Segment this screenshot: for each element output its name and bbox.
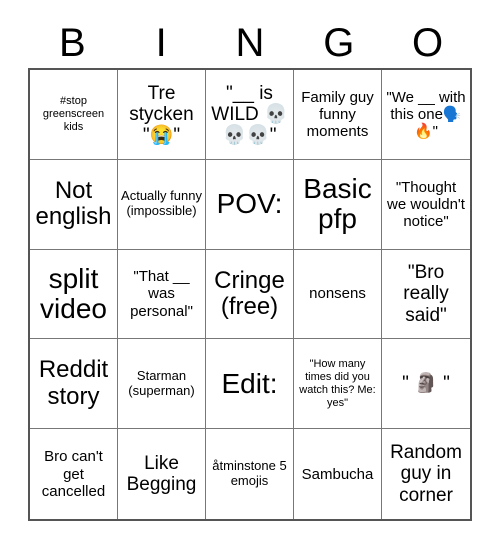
bingo-cell-text: "That __ was personal" (130, 268, 193, 320)
bingo-cell-text: Family guy funny moments (301, 88, 374, 140)
bingo-cell-text: Basic pfp (303, 172, 372, 235)
bingo-header-letter-i: I (155, 21, 167, 65)
bingo-cell[interactable]: Like Begging (118, 429, 206, 519)
bingo-cell-text: Random guy in corner (390, 442, 462, 506)
bingo-cell[interactable]: Actually funny (impossible) (118, 159, 206, 250)
bingo-cell-text: "We __ with this one🗣️🔥" (386, 88, 466, 140)
bingo-cell-text: Cringe (free) (214, 266, 285, 320)
bingo-cell[interactable]: "We __ with this one🗣️🔥" (382, 70, 470, 160)
bingo-cell-text: "__ is WILD 💀💀💀" (211, 82, 288, 147)
bingo-cell[interactable]: Family guy funny moments (294, 70, 382, 160)
bingo-cell[interactable]: Reddit story (30, 339, 118, 430)
bingo-cell[interactable]: Bro can't get cancelled (30, 429, 118, 519)
bingo-cell-text: åtminstone 5 emojis (212, 458, 287, 489)
bingo-header-letter-o: O (412, 21, 444, 65)
bingo-header-letter-b: B (59, 21, 86, 65)
bingo-grid: #stop greenscreen kids Tre stycken "😭" "… (28, 68, 472, 521)
bingo-cell-text: Tre stycken "😭" (129, 82, 194, 147)
bingo-cell[interactable]: "Thought we wouldn't notice" (382, 159, 470, 250)
bingo-cell-text: Like Begging (126, 452, 197, 496)
bingo-cell[interactable]: Tre stycken "😭" (118, 70, 206, 160)
bingo-cell[interactable]: "__ is WILD 💀💀💀" (206, 70, 294, 160)
bingo-cell-text: Sambucha (301, 465, 374, 483)
bingo-header-letter-g: G (323, 21, 355, 65)
bingo-cell-text: split video (40, 262, 107, 324)
bingo-cell[interactable]: Sambucha (294, 429, 382, 519)
bingo-cell[interactable]: Random guy in corner (382, 429, 470, 519)
bingo-cell-text: "How many times did you watch this? Me: … (299, 357, 376, 409)
bingo-cell[interactable]: Not english (30, 159, 118, 250)
bingo-cell-text: Edit: (221, 367, 278, 399)
bingo-cell[interactable]: "Bro really said" (382, 249, 470, 340)
bingo-cell[interactable]: split video (30, 249, 118, 340)
bingo-cell-text: POV: (216, 188, 283, 220)
bingo-cell[interactable]: #stop greenscreen kids (30, 70, 118, 160)
bingo-cell-text: "Bro really said" (403, 262, 449, 326)
bingo-cell[interactable]: åtminstone 5 emojis (206, 429, 294, 519)
bingo-cell[interactable]: POV: (206, 159, 294, 250)
bingo-cell-text: " 🗿 " (402, 373, 450, 395)
bingo-cell[interactable]: "That __ was personal" (118, 249, 206, 340)
bingo-cell[interactable]: Starman (superman) (118, 339, 206, 430)
bingo-cell[interactable]: Cringe (free) (206, 249, 294, 340)
bingo-cell[interactable]: Basic pfp (294, 159, 382, 250)
bingo-cell[interactable]: " 🗿 " (382, 339, 470, 430)
bingo-card: B I N G O #stop greenscreen kids Tre sty… (0, 0, 500, 544)
bingo-cell-text: Bro can't get cancelled (41, 448, 106, 500)
bingo-cell-text: Not english (35, 176, 112, 231)
bingo-cell-text: nonsens (309, 285, 366, 303)
bingo-cell-text: Reddit story (38, 356, 109, 410)
bingo-cell-text: "Thought we wouldn't notice" (387, 178, 465, 230)
bingo-cell-text: Starman (superman) (128, 367, 195, 398)
bingo-header-row: B I N G O (28, 18, 472, 68)
bingo-cell-text: #stop greenscreen kids (42, 94, 105, 133)
bingo-header-letter-n: N (235, 21, 265, 65)
bingo-cell-text: Actually funny (impossible) (121, 188, 202, 219)
bingo-cell[interactable]: Edit: (206, 339, 294, 430)
bingo-cell[interactable]: nonsens (294, 249, 382, 340)
bingo-cell[interactable]: "How many times did you watch this? Me: … (294, 339, 382, 430)
